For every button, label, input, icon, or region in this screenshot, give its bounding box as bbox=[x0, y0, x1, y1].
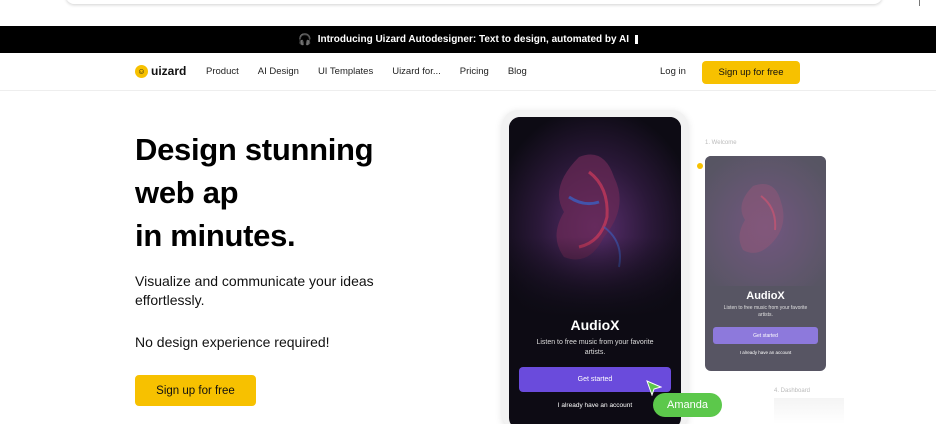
hero-title-line-1: Design stunning bbox=[135, 132, 374, 167]
login-link[interactable]: Log in bbox=[660, 66, 686, 77]
dashboard-preview bbox=[774, 398, 844, 424]
hero-subtitle: Visualize and communicate your ideas eff… bbox=[135, 273, 374, 308]
signup-button-top[interactable]: Sign up for free bbox=[702, 61, 800, 84]
announcement-text[interactable]: Introducing Uizard Autodesigner: Text to… bbox=[318, 34, 629, 45]
preview-have-account-link: I already have an account bbox=[739, 350, 792, 355]
nav-uizard-for[interactable]: Uizard for... bbox=[392, 66, 441, 77]
app-title: AudioX bbox=[570, 317, 620, 333]
app-description: Listen to free music from your favorite … bbox=[536, 339, 654, 356]
artist-image bbox=[509, 117, 681, 317]
selection-dot bbox=[697, 163, 703, 169]
preview-artist-image bbox=[705, 156, 826, 286]
window-control[interactable] bbox=[912, 0, 920, 6]
screen-label-dashboard: 4. Dashboard bbox=[774, 388, 811, 394]
nav-blog[interactable]: Blog bbox=[508, 66, 527, 77]
hero-title: Design stunning web ap in minutes. bbox=[135, 128, 374, 257]
preview-app-title: AudioX bbox=[746, 290, 785, 302]
phone-screen: AudioX Listen to free music from your fa… bbox=[509, 117, 681, 424]
screen-label-welcome: 1. Welcome bbox=[705, 140, 737, 146]
nav-pricing[interactable]: Pricing bbox=[460, 66, 489, 77]
logo-mark-icon: ☺ bbox=[135, 64, 148, 78]
address-bar[interactable] bbox=[66, 0, 882, 4]
browser-chrome bbox=[0, 0, 936, 26]
uizard-logo[interactable]: ☺ uizard bbox=[135, 64, 186, 78]
logo-text: uizard bbox=[151, 64, 187, 78]
nav-links: Product AI Design UI Templates Uizard fo… bbox=[206, 66, 546, 77]
top-navigation: ☺ uizard Product AI Design UI Templates … bbox=[0, 53, 936, 91]
caret-icon bbox=[635, 35, 638, 44]
collaborator-name-tag: Amanda bbox=[653, 393, 722, 417]
signup-button-hero[interactable]: Sign up for free bbox=[135, 375, 256, 406]
phone-mockup: AudioX Listen to free music from your fa… bbox=[502, 110, 688, 424]
preview-app-description: Listen to free music from your favorite … bbox=[723, 305, 808, 318]
nav-ai-design[interactable]: AI Design bbox=[258, 66, 299, 77]
hero-title-line-2: web ap bbox=[135, 175, 239, 210]
preview-get-started-button: Get started bbox=[713, 327, 818, 344]
hero-title-line-3: in minutes. bbox=[135, 218, 296, 253]
nav-ui-templates[interactable]: UI Templates bbox=[318, 66, 373, 77]
headphones-icon: 🎧 bbox=[297, 34, 312, 46]
hero-subtitle-2: No design experience required! bbox=[135, 334, 330, 350]
preview-screen: AudioX Listen to free music from your fa… bbox=[705, 156, 826, 371]
nav-product[interactable]: Product bbox=[206, 66, 239, 77]
announcement-banner[interactable]: 🎧 Introducing Uizard Autodesigner: Text … bbox=[0, 26, 936, 53]
